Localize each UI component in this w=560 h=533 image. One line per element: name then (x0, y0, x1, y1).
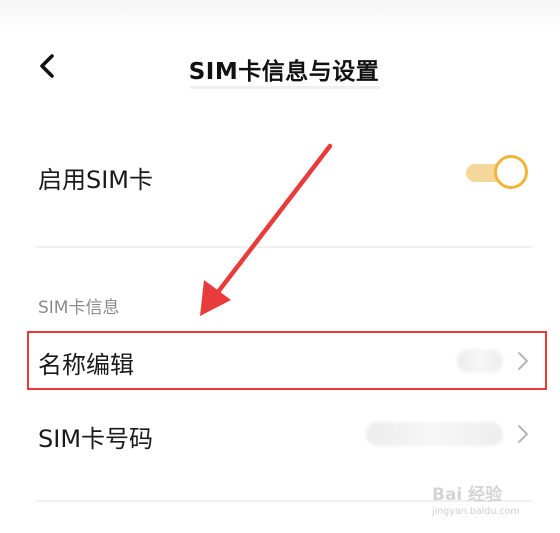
annotation-arrow-icon (200, 143, 333, 316)
baidu-watermark: Bai 经验 jingyan.baidu.com (432, 480, 552, 528)
watermark-sub: jingyan.baidu.com (432, 506, 520, 517)
sim-settings-screen: SIM卡信息与设置 启用SIM卡 SIM卡信息 名称编辑 SIM卡号码 Bai … (0, 0, 560, 533)
watermark-main: Bai 经验 (432, 485, 503, 505)
